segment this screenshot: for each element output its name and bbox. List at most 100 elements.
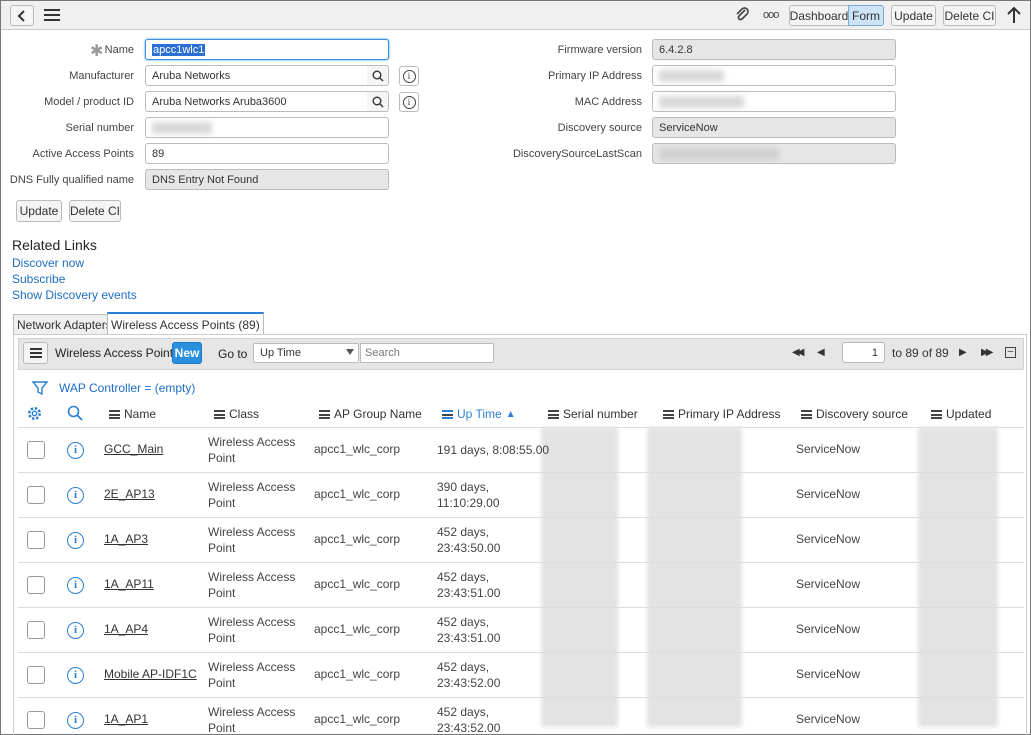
delete-ci-button[interactable]: Delete CI	[69, 200, 121, 222]
new-button[interactable]: New	[172, 342, 202, 364]
form-button[interactable]: Form	[848, 5, 884, 26]
prev-page-icon[interactable]: ◀	[817, 347, 825, 358]
table-row[interactable]: i 1A_AP1 Wireless Access Point apcc1_wlc…	[18, 697, 1024, 734]
info-icon: i	[402, 69, 416, 83]
info-icon[interactable]: i	[67, 622, 84, 639]
update-button[interactable]: Update	[16, 200, 62, 222]
info-icon[interactable]: i	[67, 487, 84, 504]
row-up-time: 452 days, 23:43:51.00	[437, 570, 501, 600]
row-checkbox[interactable]	[27, 711, 45, 729]
table-row[interactable]: i 2E_AP13 Wireless Access Point apcc1_wl…	[18, 472, 1024, 517]
last-page-icon[interactable]: ▶▶	[981, 347, 994, 358]
info-icon[interactable]: i	[67, 532, 84, 549]
list-search-input[interactable]	[360, 343, 494, 363]
column-header-name[interactable]: Name	[109, 407, 156, 421]
discover-now-link[interactable]: Discover now	[12, 256, 84, 270]
collapse-icon[interactable]: –	[1005, 347, 1016, 358]
row-checkbox[interactable]	[27, 531, 45, 549]
model-lookup-button[interactable]	[367, 91, 389, 112]
column-header-primary-ip[interactable]: Primary IP Address	[663, 407, 780, 421]
row-checkbox[interactable]	[27, 621, 45, 639]
row-up-time: 452 days, 23:43:50.00	[437, 525, 501, 555]
row-ap-group: apcc1_wlc_corp	[314, 487, 401, 501]
first-page-icon[interactable]: ◀◀	[792, 347, 805, 358]
table-row[interactable]: i 1A_AP3 Wireless Access Point apcc1_wlc…	[18, 517, 1024, 562]
row-class: Wireless Access Point	[208, 435, 296, 465]
menu-icon[interactable]	[44, 9, 60, 21]
column-header-ap-group[interactable]: AP Group Name	[319, 407, 422, 421]
column-header-up-time[interactable]: Up Time ▲	[442, 407, 516, 421]
table-row[interactable]: i Mobile AP-IDF1C Wireless Access Point …	[18, 652, 1024, 697]
row-ap-group: apcc1_wlc_corp	[314, 712, 401, 726]
row-name-link[interactable]: 2E_AP13	[104, 487, 155, 501]
row-class: Wireless Access Point	[208, 705, 296, 734]
manufacturer-info-button[interactable]: i	[399, 66, 419, 86]
model-info-button[interactable]: i	[399, 92, 419, 112]
column-menu-icon	[442, 409, 453, 419]
more-options-icon[interactable]: ooo	[763, 9, 779, 21]
info-icon[interactable]: i	[67, 442, 84, 459]
row-name-link[interactable]: Mobile AP-IDF1C	[104, 667, 197, 681]
filter-icon[interactable]	[32, 380, 48, 396]
row-checkbox[interactable]	[27, 486, 45, 504]
manufacturer-field[interactable]: Aruba Networks	[145, 65, 368, 86]
update-header-button[interactable]: Update	[891, 5, 936, 26]
dashboard-button[interactable]: Dashboard	[789, 5, 849, 26]
next-page-icon[interactable]: ▶	[959, 347, 967, 358]
row-ap-group: apcc1_wlc_corp	[314, 622, 401, 636]
delete-ci-header-button[interactable]: Delete CI	[943, 5, 996, 26]
gear-icon[interactable]	[26, 405, 43, 422]
page-number-input[interactable]: 1	[842, 342, 885, 363]
filter-breadcrumb[interactable]: WAP Controller = (empty)	[59, 381, 195, 395]
column-header-class[interactable]: Class	[214, 407, 259, 421]
row-name-link[interactable]: 1A_AP4	[104, 622, 148, 636]
active-ap-field[interactable]: 89	[145, 143, 389, 164]
column-header-updated[interactable]: Updated	[931, 407, 991, 421]
info-icon[interactable]: i	[67, 577, 84, 594]
column-menu-icon	[548, 409, 559, 419]
tab-wireless-access-points[interactable]: Wireless Access Points (89)	[107, 312, 264, 334]
goto-select[interactable]: Up Time	[253, 343, 359, 363]
discovery-source-field: ServiceNow	[652, 117, 896, 138]
model-field[interactable]: Aruba Networks Aruba3600	[145, 91, 368, 112]
row-name-link[interactable]: GCC_Main	[104, 442, 163, 456]
subscribe-link[interactable]: Subscribe	[12, 272, 65, 286]
row-class: Wireless Access Point	[208, 615, 296, 645]
tab-network-adapters[interactable]: Network Adapters	[13, 314, 116, 334]
column-header-discovery-source[interactable]: Discovery source	[801, 407, 908, 421]
list-title: Wireless Access Points	[55, 346, 180, 360]
column-menu-icon	[319, 409, 330, 419]
serial-field[interactable]	[145, 117, 389, 138]
table-row[interactable]: i 1A_AP11 Wireless Access Point apcc1_wl…	[18, 562, 1024, 607]
primary-ip-redacted	[659, 69, 724, 82]
row-checkbox[interactable]	[27, 441, 45, 459]
primary-ip-field[interactable]	[652, 65, 896, 86]
row-discovery-source: ServiceNow	[796, 712, 861, 726]
mac-field[interactable]	[652, 91, 896, 112]
search-icon[interactable]	[67, 405, 83, 421]
row-checkbox[interactable]	[27, 576, 45, 594]
row-name-link[interactable]: 1A_AP11	[104, 577, 154, 591]
list-menu-button[interactable]	[23, 342, 48, 364]
page-number-value: 1	[871, 346, 878, 359]
mac-redacted	[659, 95, 744, 108]
row-checkbox[interactable]	[27, 666, 45, 684]
column-menu-icon	[801, 409, 812, 419]
arrow-up-icon[interactable]	[1006, 6, 1022, 24]
table-row[interactable]: i 1A_AP4 Wireless Access Point apcc1_wlc…	[18, 607, 1024, 652]
column-header-serial[interactable]: Serial number	[548, 407, 638, 421]
name-field[interactable]: apcc1wlc1	[145, 39, 389, 60]
manufacturer-lookup-button[interactable]	[367, 65, 389, 86]
paperclip-icon[interactable]	[734, 7, 750, 23]
info-icon[interactable]: i	[67, 712, 84, 729]
chevron-left-icon	[17, 9, 25, 22]
row-discovery-source: ServiceNow	[796, 532, 861, 546]
row-discovery-source: ServiceNow	[796, 487, 861, 501]
row-name-link[interactable]: 1A_AP1	[104, 712, 148, 726]
back-button[interactable]	[10, 5, 34, 26]
row-name-link[interactable]: 1A_AP3	[104, 532, 148, 546]
show-discovery-events-link[interactable]: Show Discovery events	[12, 288, 137, 302]
table-row[interactable]: i GCC_Main Wireless Access Point apcc1_w…	[18, 427, 1024, 472]
column-label: Class	[229, 407, 260, 421]
info-icon[interactable]: i	[67, 667, 84, 684]
